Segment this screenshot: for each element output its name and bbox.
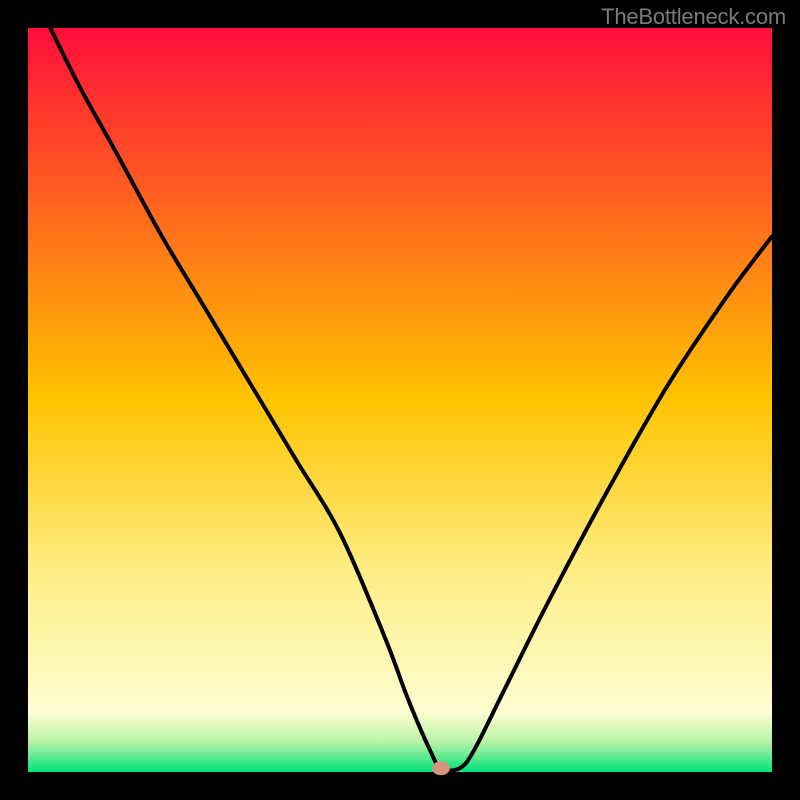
watermark-text: TheBottleneck.com [601, 4, 786, 30]
chart-frame: TheBottleneck.com [0, 0, 800, 800]
bottleneck-chart [0, 0, 800, 800]
target-marker [432, 761, 450, 775]
